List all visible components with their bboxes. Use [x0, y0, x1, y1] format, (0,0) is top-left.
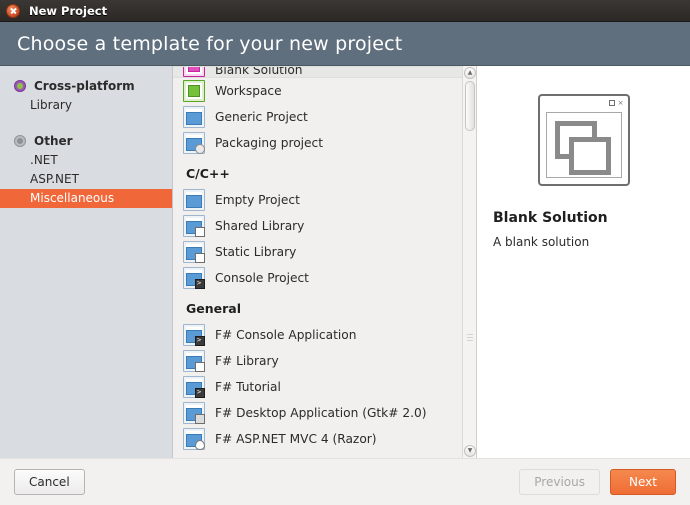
scrollbar-track-mark-icon	[467, 334, 473, 341]
preview-art-maximize-icon	[608, 100, 615, 106]
template-row-workspace[interactable]: Workspace	[173, 78, 462, 104]
new-project-dialog: New Project Choose a template for your n…	[0, 0, 690, 505]
template-row-label: Empty Project	[215, 193, 300, 207]
fsharp-aspnet-icon	[183, 428, 205, 450]
sidebar-item-aspnet[interactable]: ASP.NET	[0, 170, 172, 189]
dialog-footer: Cancel Previous Next	[0, 458, 690, 505]
sidebar-item-cross-platform[interactable]: Cross-platform	[0, 76, 172, 96]
shared-library-icon	[183, 215, 205, 237]
page-title: Choose a template for your new project	[17, 32, 403, 55]
template-row-fsharp-tutorial[interactable]: F# Tutorial	[173, 374, 462, 400]
preview-description: A blank solution	[493, 235, 590, 249]
section-header-general: General	[186, 301, 241, 316]
template-row-label: F# Desktop Application (Gtk# 2.0)	[215, 406, 427, 420]
cross-platform-circle-icon	[14, 80, 26, 92]
blank-solution-icon	[183, 67, 205, 77]
sidebar-item-other[interactable]: Other	[0, 131, 172, 151]
section-header-cpp: C/C++	[186, 166, 230, 181]
fsharp-library-icon	[183, 350, 205, 372]
preview-title: Blank Solution	[493, 210, 608, 226]
close-icon[interactable]	[6, 3, 20, 18]
dialog-header: Choose a template for your new project	[0, 22, 690, 66]
template-row-fsharp-desktop[interactable]: F# Desktop Application (Gtk# 2.0)	[173, 400, 462, 426]
template-row-label: Blank Solution	[215, 66, 303, 77]
previous-button[interactable]: Previous	[519, 469, 600, 495]
template-preview-panel: × Blank Solution A blank solution	[477, 66, 690, 458]
static-library-icon	[183, 241, 205, 263]
category-sidebar: Cross-platform Library Other .NET ASP.NE…	[0, 66, 173, 458]
console-project-icon	[183, 267, 205, 289]
template-row-label: Static Library	[215, 245, 297, 259]
template-row-label: F# Library	[215, 354, 279, 368]
template-row-fsharp-library[interactable]: F# Library	[173, 348, 462, 374]
template-row-empty-project[interactable]: Empty Project	[173, 187, 462, 213]
template-row-static-library[interactable]: Static Library	[173, 239, 462, 265]
fsharp-tutorial-icon	[183, 376, 205, 398]
generic-project-icon	[183, 106, 205, 128]
template-row-label: F# Tutorial	[215, 380, 281, 394]
blank-solution-preview-icon: ×	[537, 94, 630, 186]
empty-project-icon	[183, 189, 205, 211]
template-row-label: F# ASP.NET MVC 4 (Razor)	[215, 432, 377, 446]
template-list-panel: Blank Solution Workspace Generic Project…	[173, 66, 477, 458]
template-row-shared-library[interactable]: Shared Library	[173, 213, 462, 239]
other-circle-icon	[14, 135, 26, 147]
sidebar-item-library[interactable]: Library	[0, 96, 172, 115]
packaging-project-icon	[183, 132, 205, 154]
window-title: New Project	[29, 3, 108, 18]
fsharp-console-icon	[183, 324, 205, 346]
template-row-label: F# Console Application	[215, 328, 357, 342]
template-row-console-project[interactable]: Console Project	[173, 265, 462, 291]
category-group-cross-platform: Cross-platform Library	[0, 76, 172, 115]
next-button[interactable]: Next	[610, 469, 676, 495]
scrollbar-thumb[interactable]	[465, 81, 475, 131]
sidebar-item-label: Other	[34, 134, 73, 148]
scroll-down-arrow-icon[interactable]: ▼	[464, 445, 476, 457]
fsharp-desktop-icon	[183, 402, 205, 424]
workspace-icon	[183, 80, 205, 102]
template-row-packaging-project[interactable]: Packaging project	[173, 130, 462, 156]
sidebar-item-dotnet[interactable]: .NET	[0, 151, 172, 170]
template-row-label: Console Project	[215, 271, 309, 285]
template-row-label: Packaging project	[215, 136, 324, 150]
sidebar-item-miscellaneous[interactable]: Miscellaneous	[0, 189, 172, 208]
template-row-label: Generic Project	[215, 110, 308, 124]
template-list-scrollbar[interactable]: ▲ ▼	[462, 66, 476, 458]
template-row-blank-solution[interactable]: Blank Solution	[173, 66, 462, 78]
category-group-other: Other .NET ASP.NET Miscellaneous	[0, 131, 172, 208]
template-list[interactable]: Blank Solution Workspace Generic Project…	[173, 66, 462, 458]
dialog-body: Cross-platform Library Other .NET ASP.NE…	[0, 66, 690, 458]
scroll-up-arrow-icon[interactable]: ▲	[464, 67, 476, 79]
sidebar-item-label: Cross-platform	[34, 79, 135, 93]
cancel-button[interactable]: Cancel	[14, 469, 85, 495]
template-row-label: Shared Library	[215, 219, 305, 233]
template-row-fsharp-aspnet[interactable]: F# ASP.NET MVC 4 (Razor)	[173, 426, 462, 452]
template-row-generic-project[interactable]: Generic Project	[173, 104, 462, 130]
template-row-fsharp-console[interactable]: F# Console Application	[173, 322, 462, 348]
preview-art-close-icon: ×	[617, 99, 624, 107]
window-titlebar: New Project	[0, 0, 690, 22]
template-row-label: Workspace	[215, 84, 282, 98]
